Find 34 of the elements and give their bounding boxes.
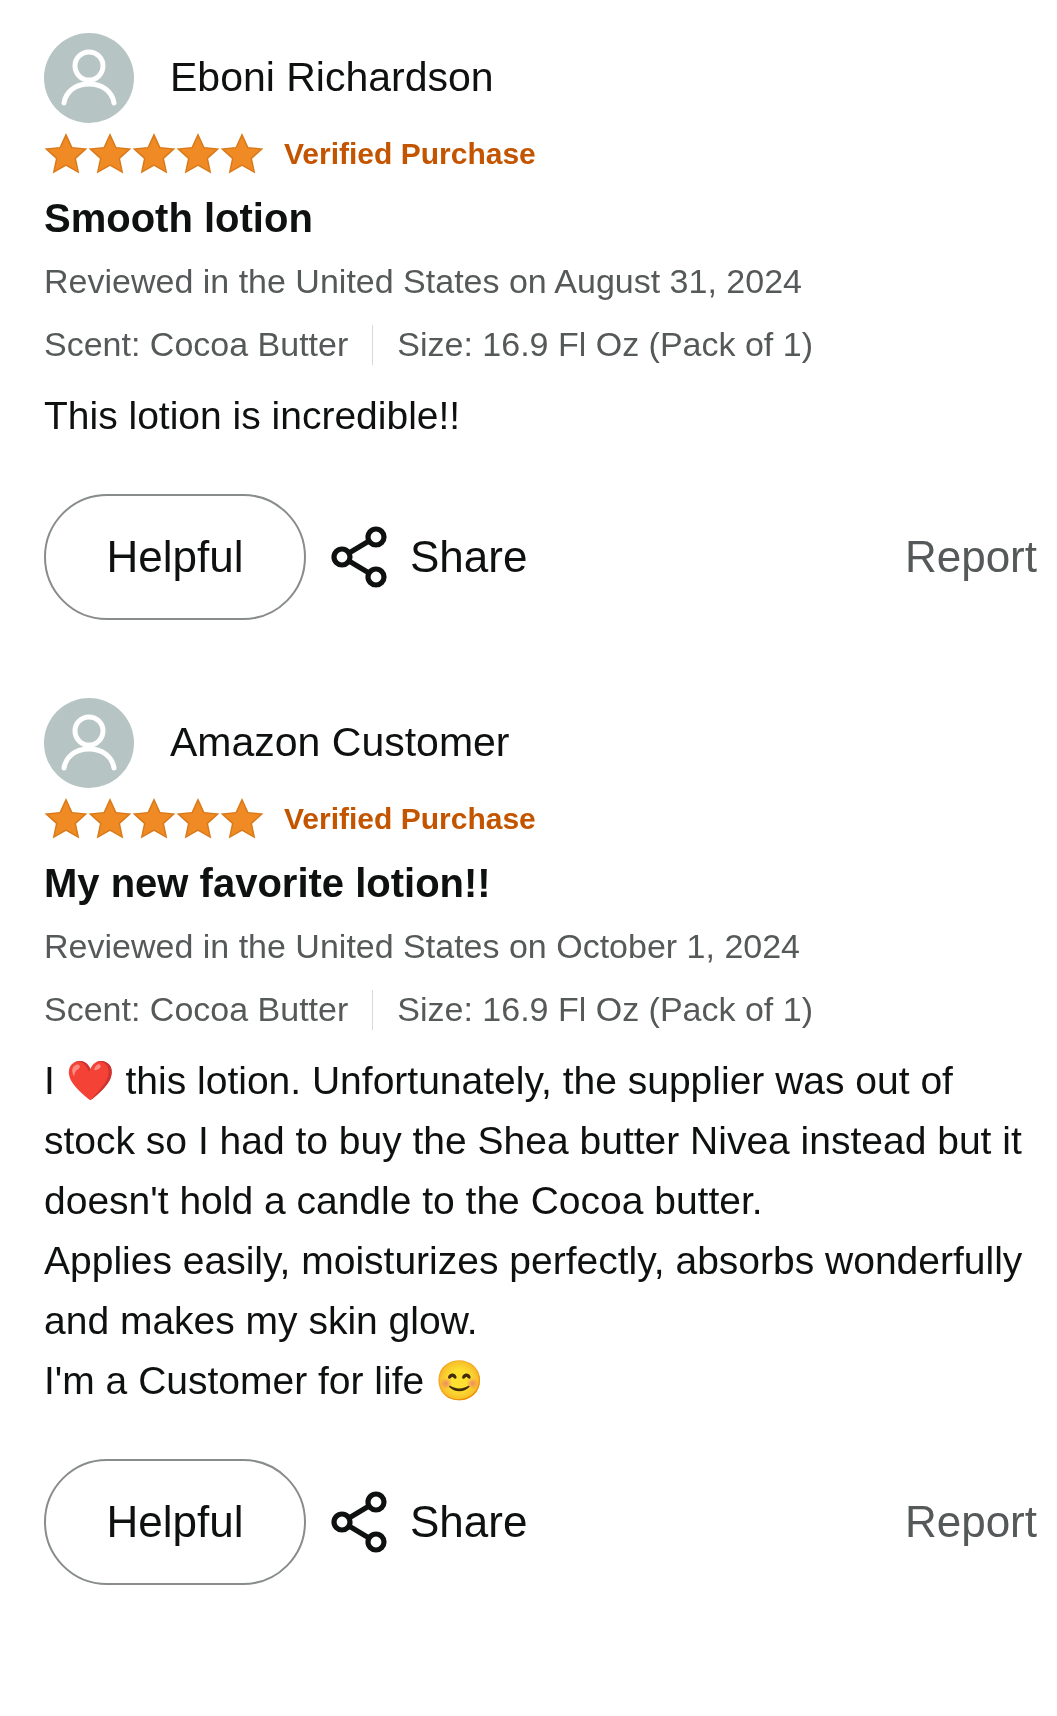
star-icon bbox=[132, 797, 176, 840]
star-icon bbox=[132, 132, 176, 175]
helpful-button[interactable]: Helpful bbox=[44, 1459, 306, 1585]
size-label: Size: 16.9 Fl Oz (Pack of 1) bbox=[397, 324, 813, 365]
avatar-icon bbox=[44, 698, 134, 788]
star-icon bbox=[220, 797, 264, 840]
reviewer-name: Eboni Richardson bbox=[170, 53, 494, 103]
review-text: I'm a Customer for life 😊 bbox=[44, 1358, 486, 1404]
helpful-button[interactable]: Helpful bbox=[44, 494, 306, 620]
size-label: Size: 16.9 Fl Oz (Pack of 1) bbox=[397, 989, 813, 1030]
review-date: Reviewed in the United States on August 31, 2024 bbox=[44, 261, 803, 302]
report-link[interactable]: Report bbox=[904, 1489, 1037, 1555]
avatar-icon bbox=[44, 33, 134, 123]
star-icon bbox=[88, 132, 132, 175]
star-icon bbox=[44, 132, 88, 175]
star-icon bbox=[44, 797, 88, 840]
scent-label: Scent: Cocoa Butter bbox=[44, 324, 349, 365]
star-icon bbox=[220, 132, 264, 175]
reviewer-name: Amazon Customer bbox=[170, 718, 510, 768]
verified-purchase-label: Verified Purchase bbox=[284, 801, 536, 837]
star-icon bbox=[176, 132, 220, 175]
review-date: Reviewed in the United States on October 1, 2024 bbox=[44, 926, 802, 967]
review-title: My new favorite lotion!! bbox=[44, 860, 492, 907]
review-text: I ❤ this lotion. Unfortunately, the supplier was out of stock so I had to buy the Shea butter Nivea instead but it doesn't hold a candle to the Cocoa butter. bbox=[44, 1058, 1023, 1224]
share-button[interactable]: Share bbox=[330, 524, 528, 590]
share-button[interactable]: Share bbox=[330, 1489, 528, 1555]
star-icon bbox=[88, 797, 132, 840]
verified-purchase-label: Verified Purchase bbox=[284, 136, 536, 172]
review-text: This lotion is incredible!! bbox=[44, 393, 462, 439]
review-title: Smooth lotion bbox=[44, 195, 314, 242]
review-text: Applies easily, moisturizes perfectly, absorbs wonderfully and makes my skin glow. bbox=[44, 1238, 1024, 1344]
star-icon bbox=[176, 797, 220, 840]
report-link[interactable]: Report bbox=[904, 524, 1037, 590]
scent-label: Scent: Cocoa Butter bbox=[44, 989, 349, 1030]
